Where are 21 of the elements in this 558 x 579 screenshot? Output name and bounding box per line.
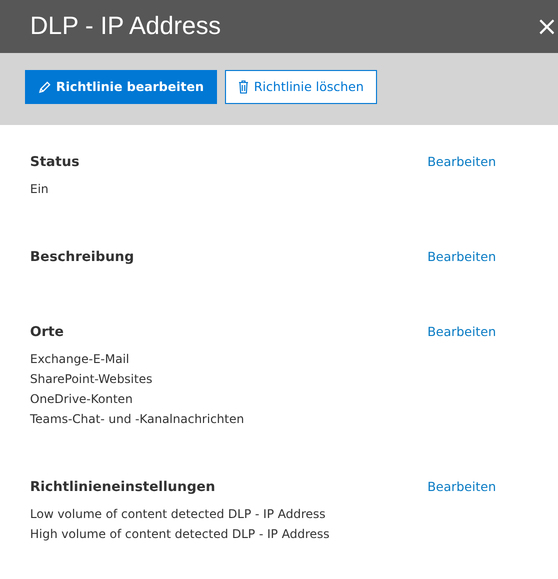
pencil-icon bbox=[38, 80, 51, 94]
edit-link[interactable]: Bearbeiten bbox=[427, 477, 496, 497]
edit-link[interactable]: Bearbeiten bbox=[427, 322, 496, 342]
section-value: SharePoint-Websites bbox=[30, 371, 154, 388]
section-value: High volume of content detected DLP - IP Address bbox=[30, 526, 331, 543]
section-heading: Status bbox=[30, 153, 80, 172]
section-value: OneDrive-Konten bbox=[30, 391, 134, 408]
close-button[interactable]: × bbox=[536, 14, 554, 40]
section-heading: Richtlinieneinstellungen bbox=[30, 478, 216, 497]
panel-title: DLP - IP Address bbox=[30, 14, 221, 39]
delete-button[interactable]: Richtlinie löschen bbox=[224, 70, 377, 104]
edit-link[interactable]: Bearbeiten bbox=[427, 247, 496, 267]
trash-icon bbox=[238, 80, 249, 94]
section-value: Low volume of content detected DLP - IP Address bbox=[30, 506, 327, 523]
section-value: Exchange-E-Mail bbox=[30, 351, 130, 368]
edit-button[interactable]: Richtlinie bearbeiten bbox=[25, 70, 217, 104]
edit-link[interactable]: Bearbeiten bbox=[427, 152, 496, 172]
section-heading: Orte bbox=[30, 323, 64, 342]
section-heading: Beschreibung bbox=[30, 248, 134, 267]
section-value: Ein bbox=[30, 181, 50, 198]
section-value: Teams-Chat- und -Kanalnachrichten bbox=[30, 411, 246, 428]
